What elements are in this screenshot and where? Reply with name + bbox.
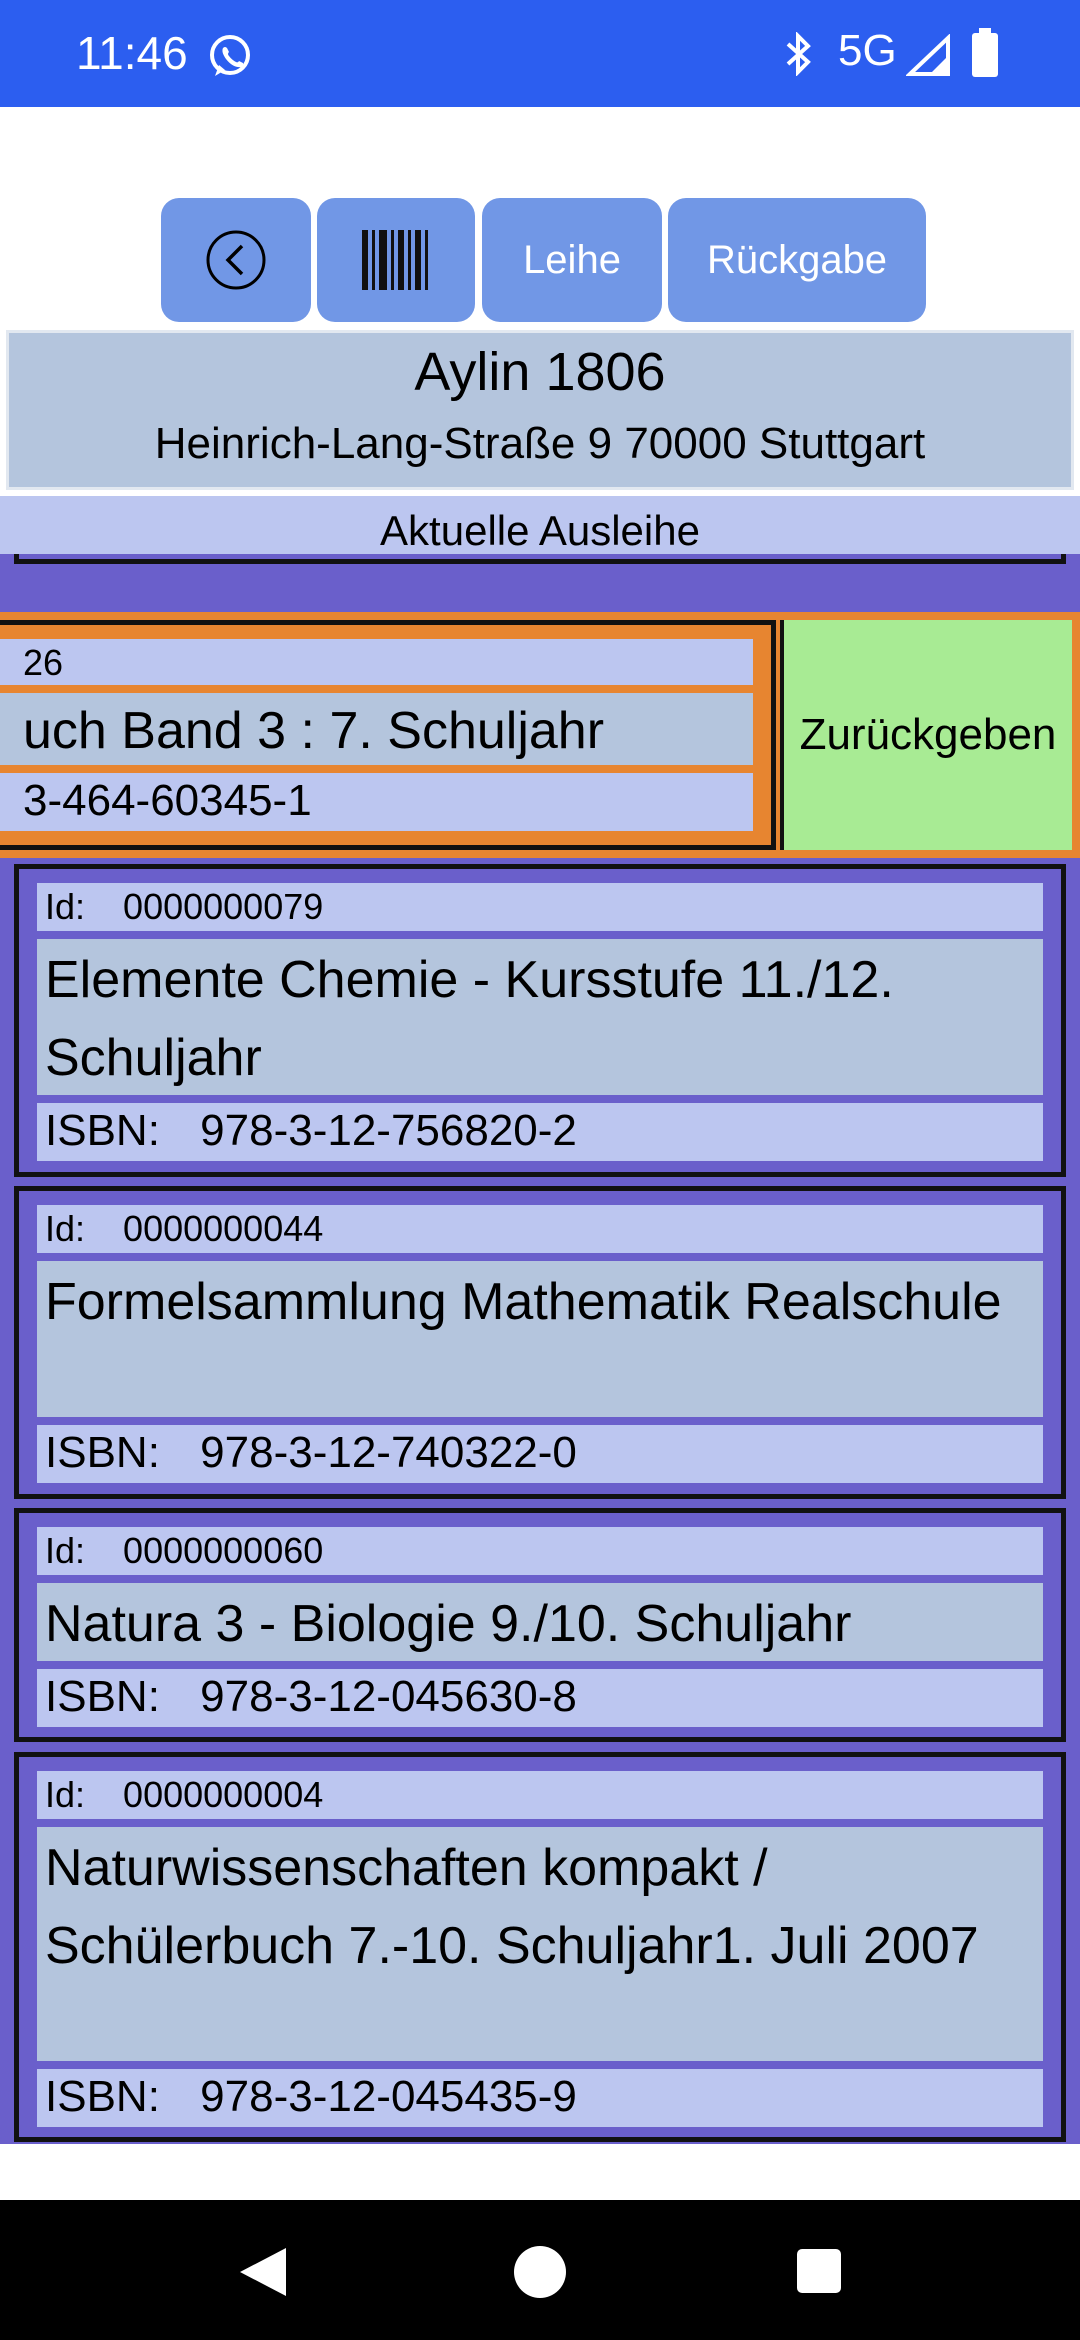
whatsapp-icon (210, 35, 250, 76)
isbn-value: 3-464-60345-1 (23, 776, 312, 825)
id-label: Id: (45, 886, 86, 927)
back-circle-icon (206, 230, 266, 290)
id-value: 0000000004 (123, 1774, 324, 1815)
back-triangle-icon[interactable] (234, 2244, 290, 2300)
loan-title: Naturwissenschaften kompakt / Schülerbuc… (33, 1823, 1047, 2065)
isbn-value: 978-3-12-045435-9 (200, 2072, 577, 2121)
loan-isbn: ISBN: 978-3-12-756820-2 (33, 1099, 1047, 1165)
loan-isbn: ISBN: 978-3-12-045435-9 (33, 2065, 1047, 2131)
isbn-label: ISBN: (45, 2072, 160, 2121)
loan-id: Id: 0000000079 (33, 879, 1047, 935)
swiped-loan-item[interactable]: 26 uch Band 3 : 7. Schuljahr 3-464-60345… (0, 612, 1080, 858)
back-button[interactable] (161, 198, 311, 322)
loan-id: Id: 0000000044 (33, 1201, 1047, 1257)
status-time: 11:46 (76, 27, 188, 79)
id-label: Id: (45, 1774, 86, 1815)
scan-barcode-button[interactable] (317, 198, 475, 322)
barcode-icon (362, 230, 428, 290)
loan-item[interactable]: Id: 0000000060 Natura 3 - Biologie 9./10… (14, 1508, 1066, 1742)
loan-isbn: ISBN: 978-3-464-60342-0 (33, 554, 1047, 556)
loan-item[interactable]: Id: 0000000004 Naturwissenschaften kompa… (14, 1752, 1066, 2142)
isbn-value: 978-3-12-756820-2 (200, 1106, 577, 1155)
isbn-label: ISBN: (45, 1672, 160, 1721)
loan-item[interactable]: Id: 0000000079 Elemente Chemie - Kursstu… (14, 864, 1066, 1177)
return-item-button[interactable]: Zurückgeben (780, 620, 1072, 850)
loan-title: uch Band 3 : 7. Schuljahr (0, 689, 757, 769)
id-value: 26 (23, 642, 64, 683)
system-navigation-bar (0, 2200, 1080, 2340)
signal-icon (906, 34, 950, 76)
loan-title: Natura 3 - Biologie 9./10. Schuljahr (33, 1579, 1047, 1665)
return-mode-button[interactable]: Rückgabe (668, 198, 926, 322)
id-label: Id: (45, 1208, 86, 1249)
isbn-label: ISBN: (45, 1428, 160, 1477)
patron-address: Heinrich-Lang-Straße 9 70000 Stuttgart (154, 419, 926, 468)
loan-id: Id: 0000000060 (33, 1523, 1047, 1579)
id-value: 0000000060 (123, 1530, 324, 1571)
loan-title: Formelsammlung Mathematik Realschule (33, 1257, 1047, 1421)
isbn-value: 978-3-12-045630-8 (200, 1672, 577, 1721)
loan-item[interactable]: ISBN: 978-3-464-60342-0 (14, 554, 1066, 564)
status-bar: 11:46 5G (0, 0, 1080, 107)
id-label: Id: (45, 1530, 86, 1571)
recents-square-icon[interactable] (794, 2246, 844, 2296)
loan-button[interactable]: Leihe (482, 198, 662, 322)
id-value: 0000000079 (123, 886, 324, 927)
patron-name: Aylin 1806 (414, 342, 666, 402)
loan-isbn: ISBN: 978-3-12-045630-8 (33, 1665, 1047, 1731)
loan-isbn: 3-464-60345-1 (0, 769, 757, 835)
loan-item[interactable]: Id: 0000000044 Formelsammlung Mathematik… (14, 1186, 1066, 1499)
bluetooth-icon (786, 32, 811, 76)
isbn-value: 978-3-12-740322-0 (200, 1428, 577, 1477)
home-circle-icon[interactable] (512, 2244, 568, 2300)
loan-title: Elemente Chemie - Kursstufe 11./12. Schu… (33, 935, 1047, 1099)
loan-item-swiped[interactable]: 26 uch Band 3 : 7. Schuljahr 3-464-60345… (0, 620, 776, 850)
current-loans-header: Aktuelle Ausleihe (0, 496, 1080, 554)
battery-icon (972, 28, 998, 77)
loan-id: 26 (0, 635, 757, 689)
patron-card: Aylin 1806 Heinrich-Lang-Straße 9 70000 … (6, 330, 1074, 490)
loan-id: Id: 0000000004 (33, 1767, 1047, 1823)
id-value: 0000000044 (123, 1208, 324, 1249)
network-type: 5G (838, 26, 897, 75)
loan-isbn: ISBN: 978-3-12-740322-0 (33, 1421, 1047, 1487)
isbn-label: ISBN: (45, 1106, 160, 1155)
